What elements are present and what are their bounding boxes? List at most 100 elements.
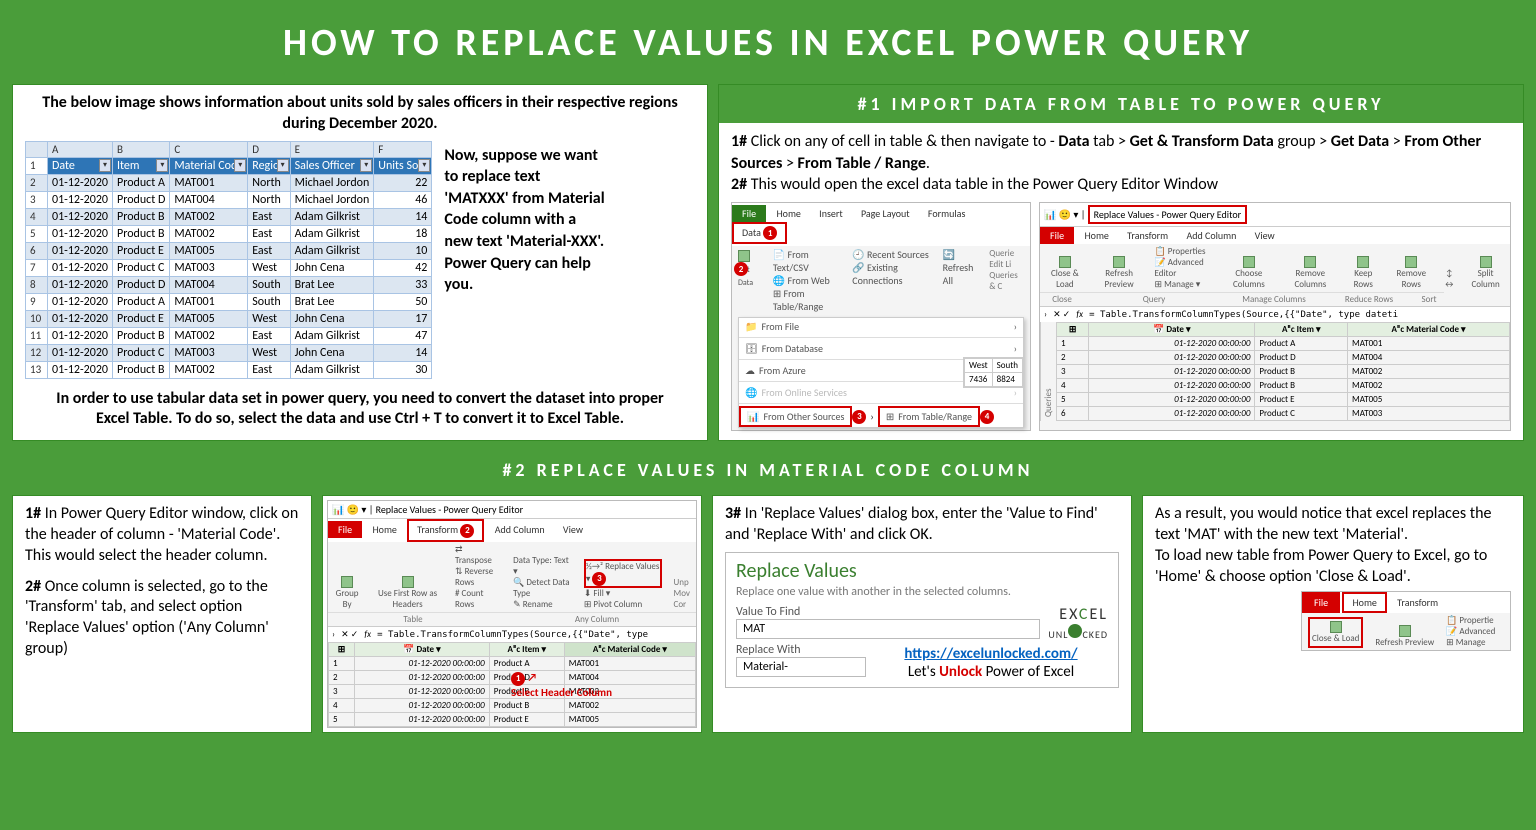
table-cell[interactable]: MAT003 — [170, 259, 248, 276]
pq2-tab-transform[interactable]: Transform 2 — [407, 519, 484, 542]
table-cell[interactable]: North — [248, 191, 290, 208]
tab-data[interactable]: Data 1 — [732, 222, 787, 245]
pq2-tab-home[interactable]: Home — [364, 521, 404, 538]
table-cell[interactable]: 01-12-2020 — [48, 225, 113, 242]
groupby-icon[interactable] — [341, 576, 353, 588]
table-cell[interactable]: East — [248, 242, 290, 259]
choose-cols-icon[interactable] — [1243, 256, 1255, 268]
table-cell[interactable]: 46 — [374, 191, 432, 208]
table-cell[interactable]: MAT004 — [170, 191, 248, 208]
col-date[interactable]: Date▾ — [48, 157, 113, 174]
filter-icon[interactable]: ▾ — [99, 159, 111, 172]
reverse-button[interactable]: ⇅ Reverse Rows — [455, 566, 501, 588]
input-replace-with[interactable]: Material- — [736, 657, 866, 677]
table-cell[interactable]: Product D — [113, 276, 170, 293]
filter-icon[interactable]: ▾ — [234, 159, 246, 172]
table-cell[interactable]: Product A — [113, 174, 170, 191]
adv-editor-button[interactable]: 📝 Advanced Editor — [1155, 257, 1213, 279]
pq2-tab-view[interactable]: View — [555, 521, 591, 538]
table-cell[interactable]: Product C — [113, 344, 170, 361]
pq-col-matcode[interactable]: Aᴮc Material Code ▾ — [1348, 322, 1510, 336]
table-cell[interactable]: 33 — [374, 276, 432, 293]
cl-tab-transform[interactable]: Transform — [1389, 594, 1446, 611]
table-cell[interactable]: Adam Gilkrist — [290, 225, 374, 242]
keep-rows-icon[interactable] — [1357, 256, 1369, 268]
getdata-icon[interactable] — [738, 250, 750, 262]
table-cell[interactable]: 14 — [374, 208, 432, 225]
table-cell[interactable]: South — [248, 276, 290, 293]
table-cell[interactable]: Brat Lee — [290, 276, 374, 293]
split-col-icon[interactable] — [1480, 256, 1492, 268]
cl-close-load[interactable]: Close & Load — [1308, 617, 1363, 648]
pq-tab-view[interactable]: View — [1247, 227, 1283, 244]
menu-from-file[interactable]: 📁 From File› — [739, 318, 1023, 335]
table-cell[interactable]: 01-12-2020 — [48, 293, 113, 310]
table-cell[interactable]: 10 — [374, 242, 432, 259]
table-cell[interactable]: John Cena — [290, 259, 374, 276]
count-button[interactable]: # Count Rows — [455, 588, 501, 610]
table-cell[interactable]: 22 — [374, 174, 432, 191]
formula-bar-2[interactable]: = Table.TransformColumnTypes(Source,{{"D… — [377, 630, 648, 640]
btn-refresh-all[interactable]: 🔄Refresh All — [943, 248, 978, 287]
filter-icon[interactable]: ▾ — [156, 159, 168, 172]
table-cell[interactable]: Product D — [113, 191, 170, 208]
table-cell[interactable]: North — [248, 174, 290, 191]
table-cell[interactable]: 18 — [374, 225, 432, 242]
btn-from-table[interactable]: ⊞ From Table/Range — [773, 287, 840, 313]
table-cell[interactable]: Brat Lee — [290, 293, 374, 310]
table-cell[interactable]: 01-12-2020 — [48, 208, 113, 225]
remove-rows-icon[interactable] — [1405, 256, 1417, 268]
btn-from-web[interactable]: 🌐 From Web — [773, 274, 840, 287]
datatype-button[interactable]: Data Type: Text ▾ — [513, 555, 572, 577]
table-cell[interactable]: 47 — [374, 327, 432, 344]
table-cell[interactable]: Michael Jordon — [290, 191, 374, 208]
formula-bar[interactable]: = Table.TransformColumnTypes(Source,{{"D… — [1089, 310, 1398, 320]
col-region[interactable]: Region▾ — [248, 157, 290, 174]
pq-tab-addcol[interactable]: Add Column — [1178, 227, 1244, 244]
col-item[interactable]: Item▾ — [113, 157, 170, 174]
props-button[interactable]: 📋 Properties — [1155, 246, 1213, 257]
pq2-tab-file[interactable]: File — [328, 521, 362, 538]
col-officer[interactable]: Sales Officer▾ — [290, 157, 374, 174]
table-cell[interactable]: 01-12-2020 — [48, 191, 113, 208]
table-cell[interactable]: Adam Gilkrist — [290, 242, 374, 259]
table-cell[interactable]: East — [248, 208, 290, 225]
menu-from-other[interactable]: 📊 From Other Sources — [739, 406, 852, 427]
rename-button[interactable]: ✎ Rename — [513, 599, 572, 610]
table-cell[interactable]: MAT002 — [170, 225, 248, 242]
tab-layout[interactable]: Page Layout — [853, 205, 918, 222]
table-cell[interactable]: Product B — [113, 361, 170, 378]
pq2-tab-addcol[interactable]: Add Column — [487, 521, 553, 538]
table-cell[interactable]: 01-12-2020 — [48, 344, 113, 361]
replace-values-button[interactable]: ½→² Replace Values ▾ 3 — [584, 559, 662, 588]
filter-icon[interactable]: ▾ — [418, 159, 430, 172]
table-cell[interactable]: 42 — [374, 259, 432, 276]
transpose-button[interactable]: ⇄ Transpose — [455, 544, 501, 566]
table-cell[interactable]: MAT002 — [170, 208, 248, 225]
pq-col-date[interactable]: 📅 Date ▾ — [1089, 322, 1255, 336]
tab-home[interactable]: Home — [768, 205, 808, 222]
table-cell[interactable]: MAT002 — [170, 361, 248, 378]
menu-from-db[interactable]: 🗄 From Database› — [739, 340, 1023, 357]
brand-url[interactable]: https://excelunlocked.com/ — [904, 645, 1077, 663]
table-cell[interactable]: 30 — [374, 361, 432, 378]
table-cell[interactable]: 01-12-2020 — [48, 242, 113, 259]
pq-tab-home[interactable]: Home — [1076, 227, 1116, 244]
table-cell[interactable]: MAT001 — [170, 293, 248, 310]
filter-icon[interactable]: ▾ — [360, 159, 372, 172]
table-cell[interactable]: 50 — [374, 293, 432, 310]
pq2-col-matcode[interactable]: Aᴮc Material Code ▾ — [564, 642, 695, 656]
table-cell[interactable]: Michael Jordon — [290, 174, 374, 191]
table-cell[interactable]: Adam Gilkrist — [290, 208, 374, 225]
table-cell[interactable]: West — [248, 344, 290, 361]
btn-existing[interactable]: 🔗 Existing Connections — [852, 261, 930, 287]
col-units[interactable]: Units Sold▾ — [374, 157, 432, 174]
usefirstrow-icon[interactable] — [402, 576, 414, 588]
table-cell[interactable]: 01-12-2020 — [48, 361, 113, 378]
table-cell[interactable]: 01-12-2020 — [48, 259, 113, 276]
manage-button[interactable]: ⊞ Manage ▾ — [1155, 279, 1213, 290]
col-matcode[interactable]: Material Code▾ — [170, 157, 248, 174]
table-cell[interactable]: Product E — [113, 310, 170, 327]
refresh-icon[interactable] — [1113, 256, 1125, 268]
table-cell[interactable]: John Cena — [290, 344, 374, 361]
